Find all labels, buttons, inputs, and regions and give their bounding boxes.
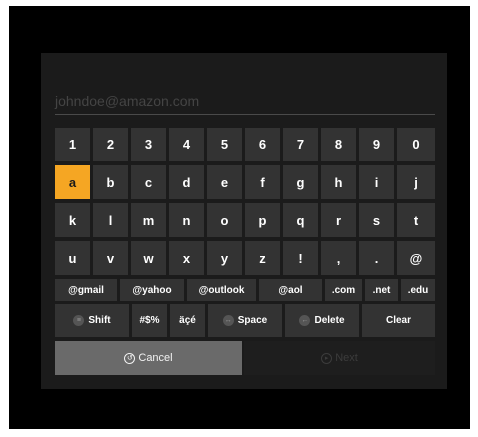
key-k[interactable]: k	[55, 203, 90, 237]
key-i[interactable]: i	[359, 165, 394, 199]
key-n[interactable]: n	[169, 203, 204, 237]
key-1[interactable]: 1	[55, 128, 90, 161]
key-7[interactable]: 7	[283, 128, 318, 161]
key-period[interactable]: .	[359, 241, 394, 275]
space-key[interactable]: ↔ Space	[208, 304, 282, 337]
key-q[interactable]: q	[283, 203, 318, 237]
key-f[interactable]: f	[245, 165, 280, 199]
key-8[interactable]: 8	[321, 128, 356, 161]
accents-key[interactable]: äçé	[170, 304, 205, 337]
key-h[interactable]: h	[321, 165, 356, 199]
domain-gmail-key[interactable]: @gmail	[55, 279, 117, 301]
domain-outlook-key[interactable]: @outlook	[187, 279, 256, 301]
space-label: Space	[237, 315, 268, 326]
domain-yahoo-key[interactable]: @yahoo	[120, 279, 184, 301]
key-x[interactable]: x	[169, 241, 204, 275]
play-pause-icon: ▸	[321, 352, 333, 364]
next-label: Next	[335, 352, 358, 364]
cancel-button[interactable]: ↺ Cancel	[55, 341, 242, 375]
email-placeholder: johndoe@amazon.com	[55, 93, 200, 109]
domain-net-key[interactable]: .net	[365, 279, 398, 301]
key-4[interactable]: 4	[169, 128, 204, 161]
domain-edu-key[interactable]: .edu	[401, 279, 435, 301]
shift-label: Shift	[88, 315, 111, 326]
key-d[interactable]: d	[169, 165, 204, 199]
delete-label: Delete	[314, 315, 345, 326]
shift-icon: ≡	[73, 315, 85, 326]
domain-com-key[interactable]: .com	[325, 279, 362, 301]
key-0[interactable]: 0	[397, 128, 435, 161]
key-y[interactable]: y	[207, 241, 242, 275]
key-w[interactable]: w	[131, 241, 166, 275]
key-j[interactable]: j	[397, 165, 435, 199]
key-6[interactable]: 6	[245, 128, 280, 161]
key-c[interactable]: c	[131, 165, 166, 199]
key-o[interactable]: o	[207, 203, 242, 237]
shift-key[interactable]: ≡ Shift	[55, 304, 129, 337]
key-l[interactable]: l	[93, 203, 128, 237]
delete-key[interactable]: ← Delete	[285, 304, 359, 337]
space-icon: ↔	[222, 315, 234, 326]
clear-key[interactable]: Clear	[362, 304, 435, 337]
key-3[interactable]: 3	[131, 128, 166, 161]
key-s[interactable]: s	[359, 203, 394, 237]
key-b[interactable]: b	[93, 165, 128, 199]
key-9[interactable]: 9	[359, 128, 394, 161]
key-p[interactable]: p	[245, 203, 280, 237]
key-t[interactable]: t	[397, 203, 435, 237]
key-a-selected[interactable]: a	[55, 165, 90, 199]
delete-icon: ←	[299, 315, 311, 326]
key-g[interactable]: g	[283, 165, 318, 199]
key-comma[interactable]: ,	[321, 241, 356, 275]
domain-aol-key[interactable]: @aol	[259, 279, 322, 301]
key-5[interactable]: 5	[207, 128, 242, 161]
key-e[interactable]: e	[207, 165, 242, 199]
key-u[interactable]: u	[55, 241, 90, 275]
key-r[interactable]: r	[321, 203, 356, 237]
symbols-key[interactable]: #$%	[132, 304, 167, 337]
key-z[interactable]: z	[245, 241, 280, 275]
cancel-label: Cancel	[138, 352, 173, 364]
back-icon: ↺	[124, 352, 136, 364]
key-at[interactable]: @	[397, 241, 435, 275]
key-m[interactable]: m	[131, 203, 166, 237]
key-exclamation[interactable]: !	[283, 241, 318, 275]
email-input[interactable]: johndoe@amazon.com	[55, 90, 435, 115]
key-2[interactable]: 2	[93, 128, 128, 161]
key-v[interactable]: v	[93, 241, 128, 275]
next-button[interactable]: ▸ Next	[244, 341, 435, 375]
